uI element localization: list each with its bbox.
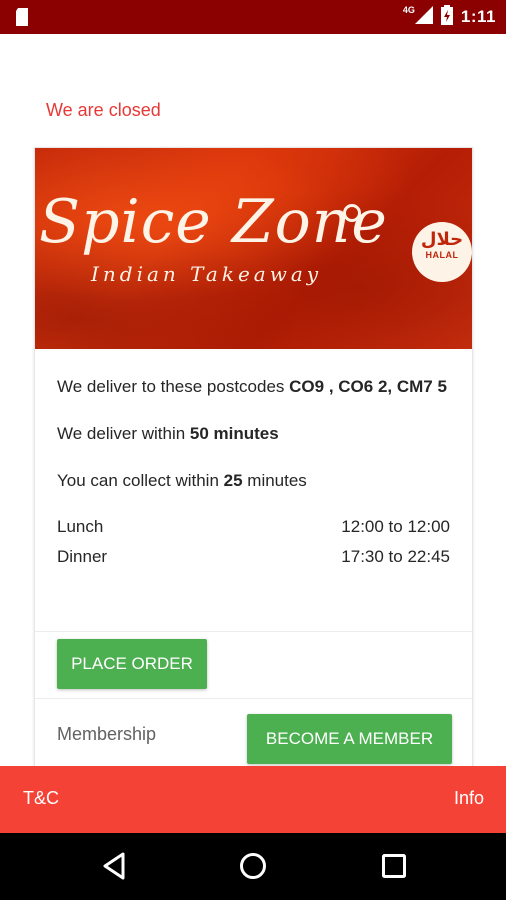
delivery-time-prefix: We deliver within bbox=[57, 424, 190, 444]
postcodes-prefix: We deliver to these postcodes bbox=[57, 377, 290, 396]
membership-label: Membership bbox=[57, 724, 157, 744]
back-icon[interactable] bbox=[101, 852, 127, 885]
status-time: 1:11 bbox=[460, 7, 496, 26]
collection-suffix: minutes bbox=[242, 471, 307, 491]
place-order-button[interactable]: PLACE ORDER bbox=[57, 639, 207, 689]
delivery-info: We deliver to these postcodes CO9 , CO6 … bbox=[35, 349, 472, 572]
sd-card-icon bbox=[14, 7, 30, 32]
collection-prefix: You can collect within bbox=[57, 471, 224, 491]
hours-label: Dinner bbox=[57, 546, 108, 566]
network-type: 4G bbox=[402, 5, 415, 15]
collection-time-line: You can collect within 25 minutes bbox=[57, 467, 450, 494]
footer-bar: T&C Info bbox=[0, 766, 506, 833]
halal-label: HALAL bbox=[425, 249, 459, 260]
halal-arabic-text: حلال bbox=[420, 229, 464, 249]
status-bar: 4G 1:11 bbox=[0, 0, 506, 34]
become-member-button[interactable]: BECOME A MEMBER bbox=[247, 714, 452, 764]
divider bbox=[35, 698, 472, 699]
opening-hours: Lunch 12:00 to 12:00 Dinner 17:30 to 22:… bbox=[57, 512, 450, 572]
restaurant-subtitle: Indian Takeaway bbox=[91, 262, 323, 286]
navigation-bar bbox=[0, 833, 506, 900]
logo-ring-icon bbox=[343, 204, 361, 222]
collection-value: 25 bbox=[223, 471, 243, 491]
signal-icon bbox=[414, 5, 433, 29]
restaurant-banner: Spice Zone Indian Takeaway حلال HALAL bbox=[35, 148, 472, 349]
home-icon[interactable] bbox=[239, 852, 267, 885]
hours-row-lunch: Lunch 12:00 to 12:00 bbox=[57, 512, 450, 542]
hours-time: 17:30 to 22:45 bbox=[341, 546, 450, 566]
hours-label: Lunch bbox=[57, 516, 104, 536]
main-content: We are closed Spice Zone Indian Takeaway… bbox=[0, 34, 506, 766]
battery-charging-icon bbox=[440, 4, 453, 30]
terms-link[interactable]: T&C bbox=[23, 788, 59, 809]
restaurant-card: Spice Zone Indian Takeaway حلال HALAL We… bbox=[34, 147, 473, 766]
recents-icon[interactable] bbox=[381, 852, 407, 885]
restaurant-name: Spice Zone bbox=[39, 187, 388, 257]
hours-row-dinner: Dinner 17:30 to 22:45 bbox=[57, 542, 450, 572]
divider bbox=[35, 631, 472, 632]
postcodes-value: CO9 , CO6 2, CM7 5 bbox=[289, 377, 447, 396]
closed-message: We are closed bbox=[46, 100, 161, 120]
info-link[interactable]: Info bbox=[454, 788, 484, 809]
delivery-time-line: We deliver within 50 minutes bbox=[57, 420, 450, 447]
halal-badge: حلال HALAL bbox=[412, 222, 472, 282]
hours-time: 12:00 to 12:00 bbox=[341, 516, 450, 536]
postcodes-line: We deliver to these postcodes CO9 , CO6 … bbox=[57, 373, 450, 400]
delivery-time-value: 50 minutes bbox=[189, 424, 279, 444]
